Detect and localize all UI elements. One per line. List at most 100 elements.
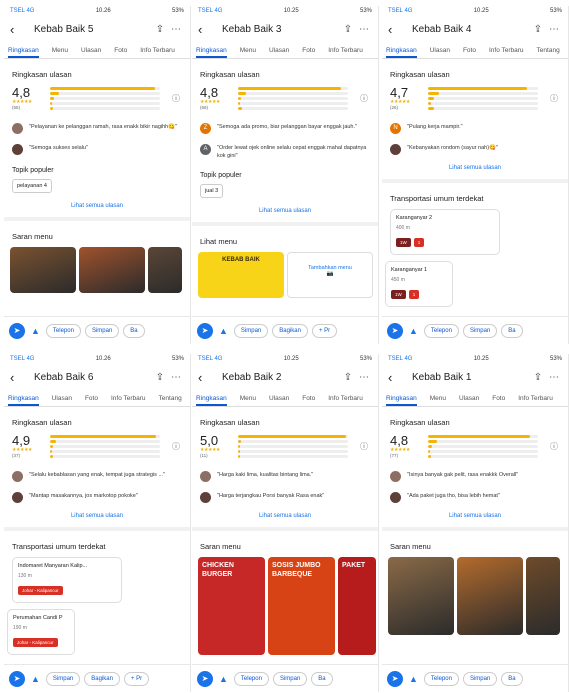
info-icon[interactable]: ⓘ	[172, 93, 180, 104]
menu-promo-photo[interactable]: PAKET	[338, 557, 376, 655]
action-button-1[interactable]: Telepon	[423, 671, 459, 686]
tab-foto[interactable]: Foto	[492, 391, 505, 406]
review-snippet[interactable]: "Selalu kebablasan yang enak, tempat jug…	[12, 471, 182, 482]
tab-tentang[interactable]: Tentang	[537, 43, 560, 58]
share-icon[interactable]: ⇪	[530, 24, 546, 35]
tab-info-terbaru[interactable]: Info Terbaru	[489, 43, 524, 58]
tab-ringkasan[interactable]: Ringkasan	[386, 43, 417, 58]
tab-foto[interactable]: Foto	[114, 43, 127, 58]
tab-foto[interactable]: Foto	[302, 43, 315, 58]
tab-ulasan[interactable]: Ulasan	[459, 391, 479, 406]
back-arrow-icon[interactable]: ‹	[388, 370, 406, 385]
action-button-2[interactable]: Bagikan	[84, 671, 120, 686]
action-button-2[interactable]: Simpan	[462, 671, 498, 686]
back-arrow-icon[interactable]: ‹	[388, 22, 406, 37]
tab-ringkasan[interactable]: Ringkasan	[8, 43, 39, 58]
navigate-icon[interactable]: ▲	[409, 326, 418, 336]
tab-menu[interactable]: Menu	[240, 391, 256, 406]
info-icon[interactable]: ⓘ	[550, 441, 558, 452]
menu-photo[interactable]	[526, 557, 560, 635]
tab-foto[interactable]: Foto	[463, 43, 476, 58]
action-button-3[interactable]: + Pr	[311, 323, 338, 338]
menu-photo[interactable]	[148, 247, 182, 293]
back-arrow-icon[interactable]: ‹	[198, 22, 216, 37]
action-button-2[interactable]: Simpan	[84, 323, 120, 338]
menu-photo[interactable]	[388, 557, 454, 635]
action-button-1[interactable]: Simpan	[233, 323, 269, 338]
action-button-2[interactable]: Simpan	[462, 323, 498, 338]
menu-photo[interactable]	[79, 247, 145, 293]
tab-ulasan[interactable]: Ulasan	[269, 391, 289, 406]
see-all-reviews-link[interactable]: Lihat semua ulasan	[382, 513, 568, 519]
tab-info-terbaru[interactable]: Info Terbaru	[328, 43, 363, 58]
navigate-icon[interactable]: ▲	[31, 674, 40, 684]
tab-info-terbaru[interactable]: Info Terbaru	[111, 391, 146, 406]
review-snippet[interactable]: "Harga kaki lima, kualitas bintang lima.…	[200, 471, 370, 482]
transit-stop-card[interactable]: Indomaret Manyaran Kalip... 130 m Johar - …	[12, 557, 122, 603]
action-button-3[interactable]: Ba	[501, 671, 523, 686]
review-snippet[interactable]: "Kebanyakan rondom (sayur nah)😋"	[390, 144, 560, 155]
action-button-2[interactable]: Simpan	[272, 671, 308, 686]
back-arrow-icon[interactable]: ‹	[10, 370, 28, 385]
directions-icon[interactable]: ➤	[387, 670, 403, 687]
action-button-1[interactable]: Simpan	[45, 671, 81, 686]
review-snippet[interactable]: "Harga terjangkau Porsi banyak Rasa enak…	[200, 492, 370, 503]
action-button-3[interactable]: Ba	[501, 323, 523, 338]
navigate-icon[interactable]: ▲	[31, 326, 40, 336]
tab-tentang[interactable]: Tentang	[159, 391, 182, 406]
tab-ringkasan[interactable]: Ringkasan	[8, 391, 39, 406]
menu-photo[interactable]	[10, 247, 76, 293]
review-snippet[interactable]: "Semoga sukses selalu"	[12, 144, 182, 155]
tab-foto[interactable]: Foto	[302, 391, 315, 406]
info-icon[interactable]: ⓘ	[550, 93, 558, 104]
review-snippet[interactable]: Z "Semoga ada promo, biar pelanggan bayar…	[200, 123, 370, 134]
tab-ulasan[interactable]: Ulasan	[269, 43, 289, 58]
transit-stop-card[interactable]: Karanganyar 1 450 m 1W 1	[385, 261, 453, 307]
topic-chip[interactable]: jual 3	[200, 184, 224, 198]
action-button-2[interactable]: Bagikan	[272, 323, 308, 338]
menu-photo[interactable]	[457, 557, 523, 635]
review-snippet[interactable]: A "Order lewat ojek online selalu cepat e…	[200, 144, 370, 160]
directions-icon[interactable]: ➤	[387, 322, 403, 339]
review-snippet[interactable]: N "Pulang kerja mampir."	[390, 123, 560, 134]
tab-ringkasan[interactable]: Ringkasan	[196, 391, 227, 406]
action-button-1[interactable]: Telepon	[45, 323, 81, 338]
topic-chip[interactable]: pelayanan 4	[12, 179, 52, 193]
menu-banner-photo[interactable]: KEBAB BAIK	[198, 252, 284, 298]
directions-icon[interactable]: ➤	[9, 670, 25, 687]
more-icon[interactable]: ⋯	[168, 24, 184, 35]
tab-menu[interactable]: Menu	[430, 391, 446, 406]
more-icon[interactable]: ⋯	[546, 372, 562, 383]
tab-ulasan[interactable]: Ulasan	[81, 43, 101, 58]
navigate-icon[interactable]: ▲	[219, 326, 228, 336]
menu-promo-photo[interactable]: SOSIS JUMBO BARBEQUE	[268, 557, 335, 655]
tab-info-terbaru[interactable]: Info Terbaru	[518, 391, 553, 406]
more-icon[interactable]: ⋯	[168, 372, 184, 383]
more-icon[interactable]: ⋯	[356, 372, 372, 383]
action-button-3[interactable]: Ba	[123, 323, 145, 338]
see-all-reviews-link[interactable]: Lihat semua ulasan	[382, 165, 568, 171]
share-icon[interactable]: ⇪	[340, 24, 356, 35]
transit-stop-card[interactable]: Perumahan Candi P 190 m Johar - Kalipancur	[7, 609, 75, 655]
share-icon[interactable]: ⇪	[530, 372, 546, 383]
more-icon[interactable]: ⋯	[546, 24, 562, 35]
back-arrow-icon[interactable]: ‹	[10, 22, 28, 37]
add-menu-photo[interactable]: Tambahkan menu 📷	[287, 252, 373, 298]
transit-stop-card[interactable]: Karanganyar 2 400 m 1W 1	[390, 209, 500, 255]
info-icon[interactable]: ⓘ	[172, 441, 180, 452]
review-snippet[interactable]: "Isinya banyak gak pelit, rasa enakkk Ov…	[390, 471, 560, 482]
navigate-icon[interactable]: ▲	[219, 674, 228, 684]
review-snippet[interactable]: "Pelayanan ke pelanggan ramah, rasa enak…	[12, 123, 182, 134]
navigate-icon[interactable]: ▲	[409, 674, 418, 684]
directions-icon[interactable]: ➤	[197, 670, 213, 687]
share-icon[interactable]: ⇪	[340, 372, 356, 383]
tab-ulasan[interactable]: Ulasan	[430, 43, 450, 58]
see-all-reviews-link[interactable]: Lihat semua ulasan	[192, 513, 378, 519]
see-all-reviews-link[interactable]: Lihat semua ulasan	[4, 513, 190, 519]
share-icon[interactable]: ⇪	[152, 372, 168, 383]
see-all-reviews-link[interactable]: Lihat semua ulasan	[192, 208, 378, 214]
tab-foto[interactable]: Foto	[85, 391, 98, 406]
action-button-1[interactable]: Telepon	[423, 323, 459, 338]
more-icon[interactable]: ⋯	[356, 24, 372, 35]
action-button-3[interactable]: + Pr	[123, 671, 150, 686]
